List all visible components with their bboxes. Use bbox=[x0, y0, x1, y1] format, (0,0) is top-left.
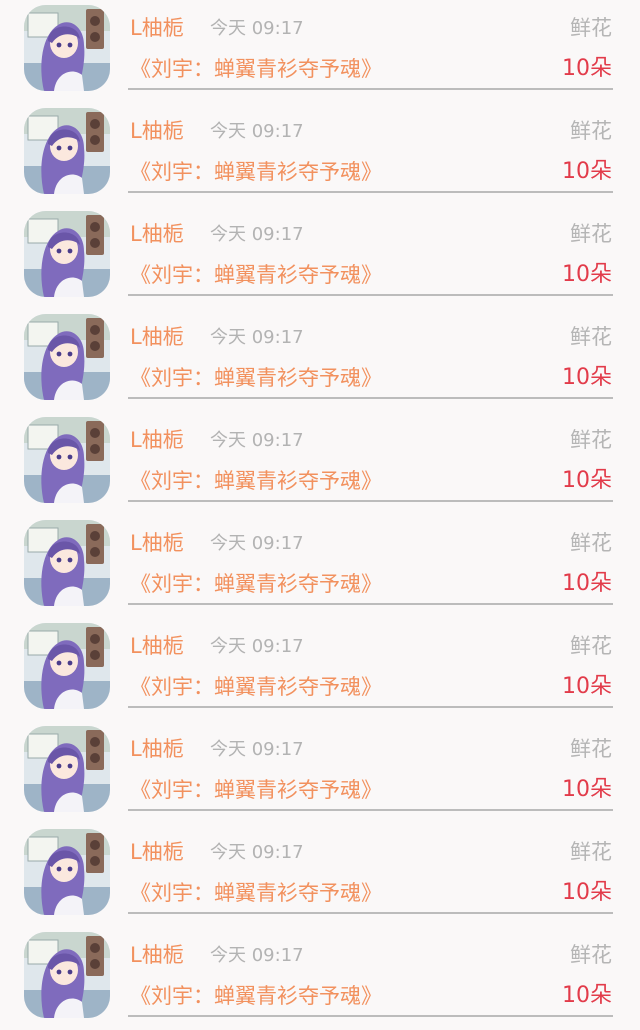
user-name[interactable]: L柚栀 bbox=[130, 14, 184, 42]
gift-count: 10朵 bbox=[562, 365, 612, 390]
row-divider bbox=[128, 912, 613, 914]
gift-count: 10朵 bbox=[562, 262, 612, 287]
gift-type-label: 鲜花 bbox=[570, 119, 612, 143]
work-title-link[interactable]: 《刘宇：蝉翼青衫夺予魂》 bbox=[130, 569, 382, 599]
user-name[interactable]: L柚栀 bbox=[130, 838, 184, 866]
user-avatar[interactable] bbox=[24, 211, 110, 297]
timestamp: 今天 09:17 bbox=[210, 18, 304, 39]
row-divider bbox=[128, 706, 613, 708]
gift-type-label: 鲜花 bbox=[570, 428, 612, 452]
gift-record-list: L柚栀 今天 09:17 鲜花 《刘宇：蝉翼青衫夺予魂》 10朵 L柚栀 今天 … bbox=[0, 0, 640, 1023]
row-divider bbox=[128, 1015, 613, 1017]
list-item[interactable]: L柚栀 今天 09:17 鲜花 《刘宇：蝉翼青衫夺予魂》 10朵 bbox=[0, 206, 640, 309]
work-title-link[interactable]: 《刘宇：蝉翼青衫夺予魂》 bbox=[130, 466, 382, 496]
anime-girl-avatar-icon bbox=[24, 623, 110, 709]
list-item[interactable]: L柚栀 今天 09:17 鲜花 《刘宇：蝉翼青衫夺予魂》 10朵 bbox=[0, 103, 640, 206]
anime-girl-avatar-icon bbox=[24, 520, 110, 606]
gift-type-label: 鲜花 bbox=[570, 531, 612, 555]
timestamp: 今天 09:17 bbox=[210, 636, 304, 657]
gift-count: 10朵 bbox=[562, 159, 612, 184]
row-divider bbox=[128, 397, 613, 399]
list-item[interactable]: L柚栀 今天 09:17 鲜花 《刘宇：蝉翼青衫夺予魂》 10朵 bbox=[0, 309, 640, 412]
anime-girl-avatar-icon bbox=[24, 314, 110, 400]
user-avatar[interactable] bbox=[24, 932, 110, 1018]
work-title-link[interactable]: 《刘宇：蝉翼青衫夺予魂》 bbox=[130, 54, 382, 84]
gift-type-label: 鲜花 bbox=[570, 325, 612, 349]
anime-girl-avatar-icon bbox=[24, 829, 110, 915]
timestamp: 今天 09:17 bbox=[210, 327, 304, 348]
gift-count: 10朵 bbox=[562, 983, 612, 1008]
list-item[interactable]: L柚栀 今天 09:17 鲜花 《刘宇：蝉翼青衫夺予魂》 10朵 bbox=[0, 824, 640, 927]
user-avatar[interactable] bbox=[24, 314, 110, 400]
row-divider bbox=[128, 191, 613, 193]
row-divider bbox=[128, 88, 613, 90]
work-title-link[interactable]: 《刘宇：蝉翼青衫夺予魂》 bbox=[130, 672, 382, 702]
anime-girl-avatar-icon bbox=[24, 211, 110, 297]
user-name[interactable]: L柚栀 bbox=[130, 220, 184, 248]
gift-count: 10朵 bbox=[562, 674, 612, 699]
user-name[interactable]: L柚栀 bbox=[130, 323, 184, 351]
row-divider bbox=[128, 603, 613, 605]
user-avatar[interactable] bbox=[24, 417, 110, 503]
gift-count: 10朵 bbox=[562, 56, 612, 81]
user-avatar[interactable] bbox=[24, 726, 110, 812]
work-title-link[interactable]: 《刘宇：蝉翼青衫夺予魂》 bbox=[130, 157, 382, 187]
gift-type-label: 鲜花 bbox=[570, 222, 612, 246]
list-item[interactable]: L柚栀 今天 09:17 鲜花 《刘宇：蝉翼青衫夺予魂》 10朵 bbox=[0, 515, 640, 618]
user-avatar[interactable] bbox=[24, 623, 110, 709]
work-title-link[interactable]: 《刘宇：蝉翼青衫夺予魂》 bbox=[130, 878, 382, 908]
timestamp: 今天 09:17 bbox=[210, 533, 304, 554]
list-item[interactable]: L柚栀 今天 09:17 鲜花 《刘宇：蝉翼青衫夺予魂》 10朵 bbox=[0, 0, 640, 103]
anime-girl-avatar-icon bbox=[24, 5, 110, 91]
list-item[interactable]: L柚栀 今天 09:17 鲜花 《刘宇：蝉翼青衫夺予魂》 10朵 bbox=[0, 721, 640, 824]
anime-girl-avatar-icon bbox=[24, 108, 110, 194]
gift-type-label: 鲜花 bbox=[570, 840, 612, 864]
list-item[interactable]: L柚栀 今天 09:17 鲜花 《刘宇：蝉翼青衫夺予魂》 10朵 bbox=[0, 927, 640, 1030]
gift-type-label: 鲜花 bbox=[570, 943, 612, 967]
work-title-link[interactable]: 《刘宇：蝉翼青衫夺予魂》 bbox=[130, 260, 382, 290]
timestamp: 今天 09:17 bbox=[210, 945, 304, 966]
user-name[interactable]: L柚栀 bbox=[130, 735, 184, 763]
timestamp: 今天 09:17 bbox=[210, 842, 304, 863]
row-divider bbox=[128, 294, 613, 296]
anime-girl-avatar-icon bbox=[24, 417, 110, 503]
row-divider bbox=[128, 500, 613, 502]
user-avatar[interactable] bbox=[24, 520, 110, 606]
row-divider bbox=[128, 809, 613, 811]
gift-type-label: 鲜花 bbox=[570, 16, 612, 40]
work-title-link[interactable]: 《刘宇：蝉翼青衫夺予魂》 bbox=[130, 363, 382, 393]
user-name[interactable]: L柚栀 bbox=[130, 529, 184, 557]
user-name[interactable]: L柚栀 bbox=[130, 941, 184, 969]
gift-count: 10朵 bbox=[562, 880, 612, 905]
list-item[interactable]: L柚栀 今天 09:17 鲜花 《刘宇：蝉翼青衫夺予魂》 10朵 bbox=[0, 412, 640, 515]
timestamp: 今天 09:17 bbox=[210, 121, 304, 142]
anime-girl-avatar-icon bbox=[24, 932, 110, 1018]
work-title-link[interactable]: 《刘宇：蝉翼青衫夺予魂》 bbox=[130, 981, 382, 1011]
user-avatar[interactable] bbox=[24, 5, 110, 91]
gift-type-label: 鲜花 bbox=[570, 737, 612, 761]
anime-girl-avatar-icon bbox=[24, 726, 110, 812]
gift-type-label: 鲜花 bbox=[570, 634, 612, 658]
timestamp: 今天 09:17 bbox=[210, 224, 304, 245]
list-item[interactable]: L柚栀 今天 09:17 鲜花 《刘宇：蝉翼青衫夺予魂》 10朵 bbox=[0, 618, 640, 721]
work-title-link[interactable]: 《刘宇：蝉翼青衫夺予魂》 bbox=[130, 775, 382, 805]
user-name[interactable]: L柚栀 bbox=[130, 117, 184, 145]
user-avatar[interactable] bbox=[24, 829, 110, 915]
user-avatar[interactable] bbox=[24, 108, 110, 194]
timestamp: 今天 09:17 bbox=[210, 739, 304, 760]
timestamp: 今天 09:17 bbox=[210, 430, 304, 451]
user-name[interactable]: L柚栀 bbox=[130, 632, 184, 660]
user-name[interactable]: L柚栀 bbox=[130, 426, 184, 454]
gift-count: 10朵 bbox=[562, 571, 612, 596]
gift-count: 10朵 bbox=[562, 468, 612, 493]
gift-count: 10朵 bbox=[562, 777, 612, 802]
